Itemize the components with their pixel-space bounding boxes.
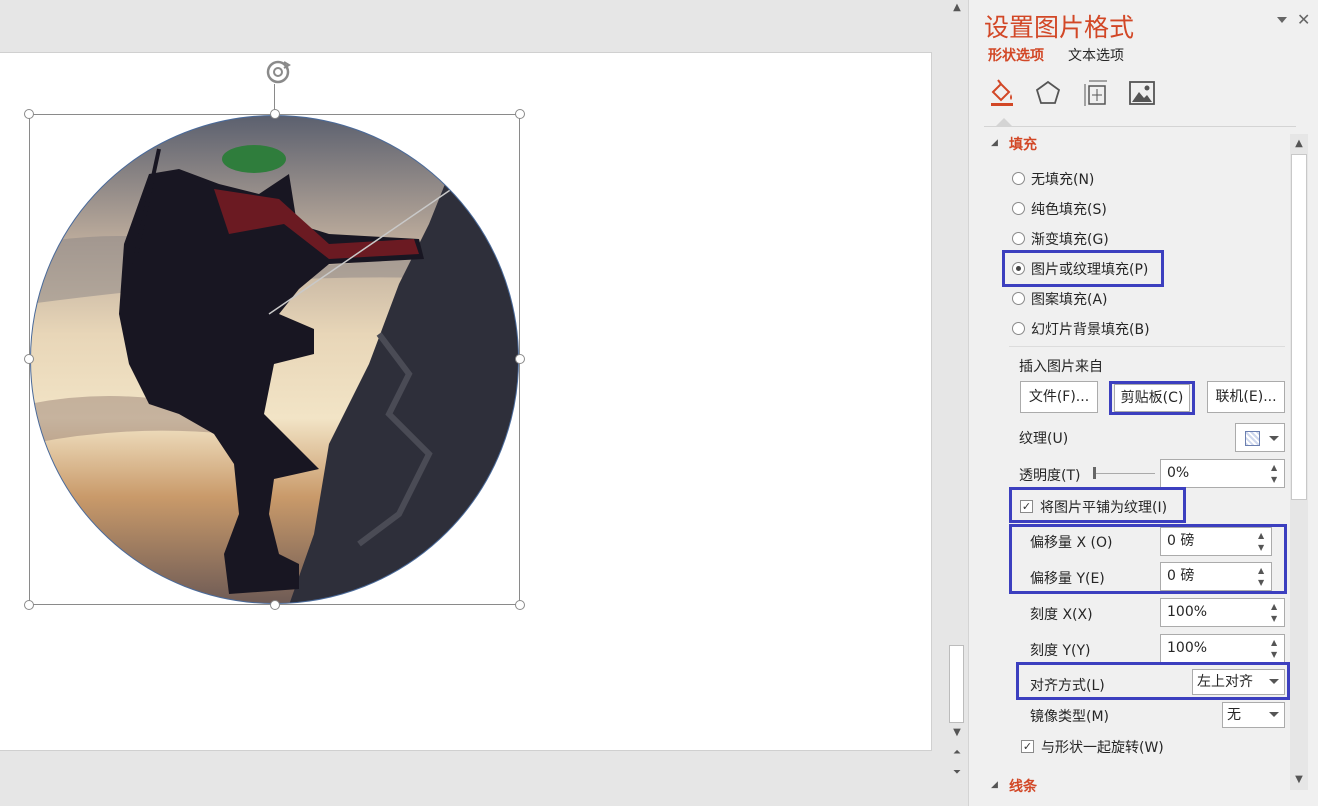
transparency-value: 0% [1167, 465, 1190, 481]
pane-title: 设置图片格式 [984, 13, 1135, 42]
online-button[interactable]: 联机(E)... [1207, 381, 1285, 413]
spin-up-icon[interactable]: ▲ [1258, 567, 1268, 575]
tile-checkbox-label[interactable]: 将图片平铺为纹理(I) [1040, 497, 1167, 517]
spin-down-icon[interactable]: ▼ [1271, 615, 1281, 623]
collapse-line-icon[interactable]: ◢ [991, 780, 998, 790]
rotate-handle-icon[interactable] [263, 58, 293, 88]
mirror-value: 无 [1227, 707, 1241, 723]
chevron-down-icon [1269, 679, 1279, 684]
tile-checkbox[interactable]: ✓ [1020, 500, 1033, 513]
resize-handle-left[interactable] [24, 354, 34, 364]
scroll-down-icon[interactable]: ▼ [1290, 772, 1308, 788]
radio-solid-fill-label[interactable]: 纯色填充(S) [1031, 199, 1107, 219]
active-tab-pointer [996, 118, 1012, 126]
texture-label: 纹理(U) [1019, 431, 1069, 447]
transparency-input[interactable]: 0% ▲ ▼ [1160, 459, 1285, 488]
radio-solid-fill[interactable] [1012, 202, 1025, 215]
scale-x-input[interactable]: 100% ▲ ▼ [1160, 598, 1285, 627]
scroll-thumb[interactable] [949, 645, 964, 723]
clipboard-button[interactable]: 剪贴板(C) [1114, 384, 1190, 412]
radio-gradient-fill-label[interactable]: 渐变填充(G) [1031, 229, 1109, 249]
radio-no-fill[interactable] [1012, 172, 1025, 185]
spin-down-icon[interactable]: ▼ [1271, 651, 1281, 659]
pane-menu-icon[interactable] [1277, 12, 1287, 23]
texture-swatch-icon [1245, 431, 1260, 446]
resize-handle-bottom-right[interactable] [515, 600, 525, 610]
spin-down-icon[interactable]: ▼ [1258, 544, 1268, 552]
slide-scrollbar[interactable]: ▲ ▼ ⏶ ⏷ [946, 0, 968, 806]
chevron-down-icon [1269, 712, 1279, 717]
scale-y-label: 刻度 Y(Y) [1030, 643, 1091, 659]
offset-y-value: 0 磅 [1167, 568, 1195, 584]
transparency-slider-thumb[interactable] [1093, 467, 1096, 479]
selection-frame [29, 114, 520, 605]
pane-scroll-thumb[interactable] [1291, 154, 1307, 500]
scale-y-value: 100% [1167, 640, 1208, 656]
resize-handle-top-left[interactable] [24, 109, 34, 119]
scale-x-label: 刻度 X(X) [1030, 607, 1093, 623]
spin-up-icon[interactable]: ▲ [1271, 603, 1281, 611]
radio-gradient-fill[interactable] [1012, 232, 1025, 245]
radio-picture-fill[interactable] [1012, 262, 1025, 275]
resize-handle-right[interactable] [515, 354, 525, 364]
size-properties-icon[interactable] [1081, 78, 1111, 108]
radio-pattern-fill-label[interactable]: 图案填充(A) [1031, 289, 1108, 309]
resize-handle-bottom[interactable] [270, 600, 280, 610]
scroll-up-icon[interactable]: ▲ [1290, 136, 1308, 152]
resize-handle-top-right[interactable] [515, 109, 525, 119]
transparency-slider[interactable] [1093, 473, 1155, 474]
previous-slide-icon[interactable]: ⏶ [948, 745, 966, 761]
radio-no-fill-label[interactable]: 无填充(N) [1031, 169, 1094, 189]
scroll-up-icon[interactable]: ▲ [948, 0, 966, 16]
line-section-header[interactable]: 线条 [1009, 776, 1037, 796]
offset-x-label: 偏移量 X (O) [1030, 535, 1113, 551]
scroll-down-icon[interactable]: ▼ [948, 725, 966, 741]
radio-slide-background-fill-label[interactable]: 幻灯片背景填充(B) [1031, 319, 1150, 339]
alignment-value: 左上对齐 [1197, 674, 1253, 690]
effects-pentagon-icon[interactable] [1033, 78, 1063, 108]
transparency-label: 透明度(T) [1019, 468, 1081, 484]
spin-down-icon[interactable]: ▼ [1271, 476, 1281, 484]
scale-y-input[interactable]: 100% ▲ ▼ [1160, 634, 1285, 663]
rotate-with-shape-label[interactable]: 与形状一起旋转(W) [1041, 737, 1164, 757]
next-slide-icon[interactable]: ⏷ [948, 765, 966, 781]
tab-shape-options[interactable]: 形状选项 [988, 45, 1044, 65]
offset-y-label: 偏移量 Y(E) [1030, 571, 1105, 587]
radio-slide-background-fill[interactable] [1012, 322, 1025, 335]
spin-up-icon[interactable]: ▲ [1258, 532, 1268, 540]
close-icon[interactable]: ✕ [1297, 10, 1310, 29]
chevron-down-icon [1269, 436, 1279, 441]
alignment-label: 对齐方式(L) [1030, 678, 1105, 694]
insert-from-label: 插入图片来自 [1019, 359, 1103, 375]
offset-x-value: 0 磅 [1167, 533, 1195, 549]
radio-pattern-fill[interactable] [1012, 292, 1025, 305]
resize-handle-bottom-left[interactable] [24, 600, 34, 610]
mirror-label: 镜像类型(M) [1030, 709, 1110, 725]
offset-y-input[interactable]: 0 磅 ▲ ▼ [1160, 562, 1272, 591]
spin-down-icon[interactable]: ▼ [1258, 579, 1268, 587]
scale-x-value: 100% [1167, 604, 1208, 620]
resize-handle-top[interactable] [270, 109, 280, 119]
mirror-select[interactable]: 无 [1222, 702, 1285, 728]
format-picture-pane: 设置图片格式 ✕ 形状选项 文本选项 ◢ 填充 无填充(N) 纯色填充(S) 渐… [968, 0, 1318, 806]
tab-text-options[interactable]: 文本选项 [1068, 45, 1124, 65]
file-button[interactable]: 文件(F)... [1020, 381, 1098, 413]
spin-up-icon[interactable]: ▲ [1271, 464, 1281, 472]
offset-x-input[interactable]: 0 磅 ▲ ▼ [1160, 527, 1272, 556]
rotate-with-shape-checkbox[interactable]: ✓ [1021, 740, 1034, 753]
pane-scrollbar[interactable]: ▲ ▼ [1290, 134, 1308, 790]
tab-divider [984, 126, 1296, 127]
picture-icon[interactable] [1127, 78, 1157, 108]
alignment-select[interactable]: 左上对齐 [1192, 669, 1285, 695]
divider [1009, 346, 1285, 347]
fill-section-header[interactable]: 填充 [1009, 134, 1037, 154]
texture-picker[interactable] [1235, 423, 1285, 452]
collapse-fill-icon[interactable]: ◢ [991, 138, 998, 148]
fill-line-icon[interactable] [987, 78, 1017, 108]
spin-up-icon[interactable]: ▲ [1271, 639, 1281, 647]
radio-picture-fill-label[interactable]: 图片或纹理填充(P) [1031, 259, 1148, 279]
